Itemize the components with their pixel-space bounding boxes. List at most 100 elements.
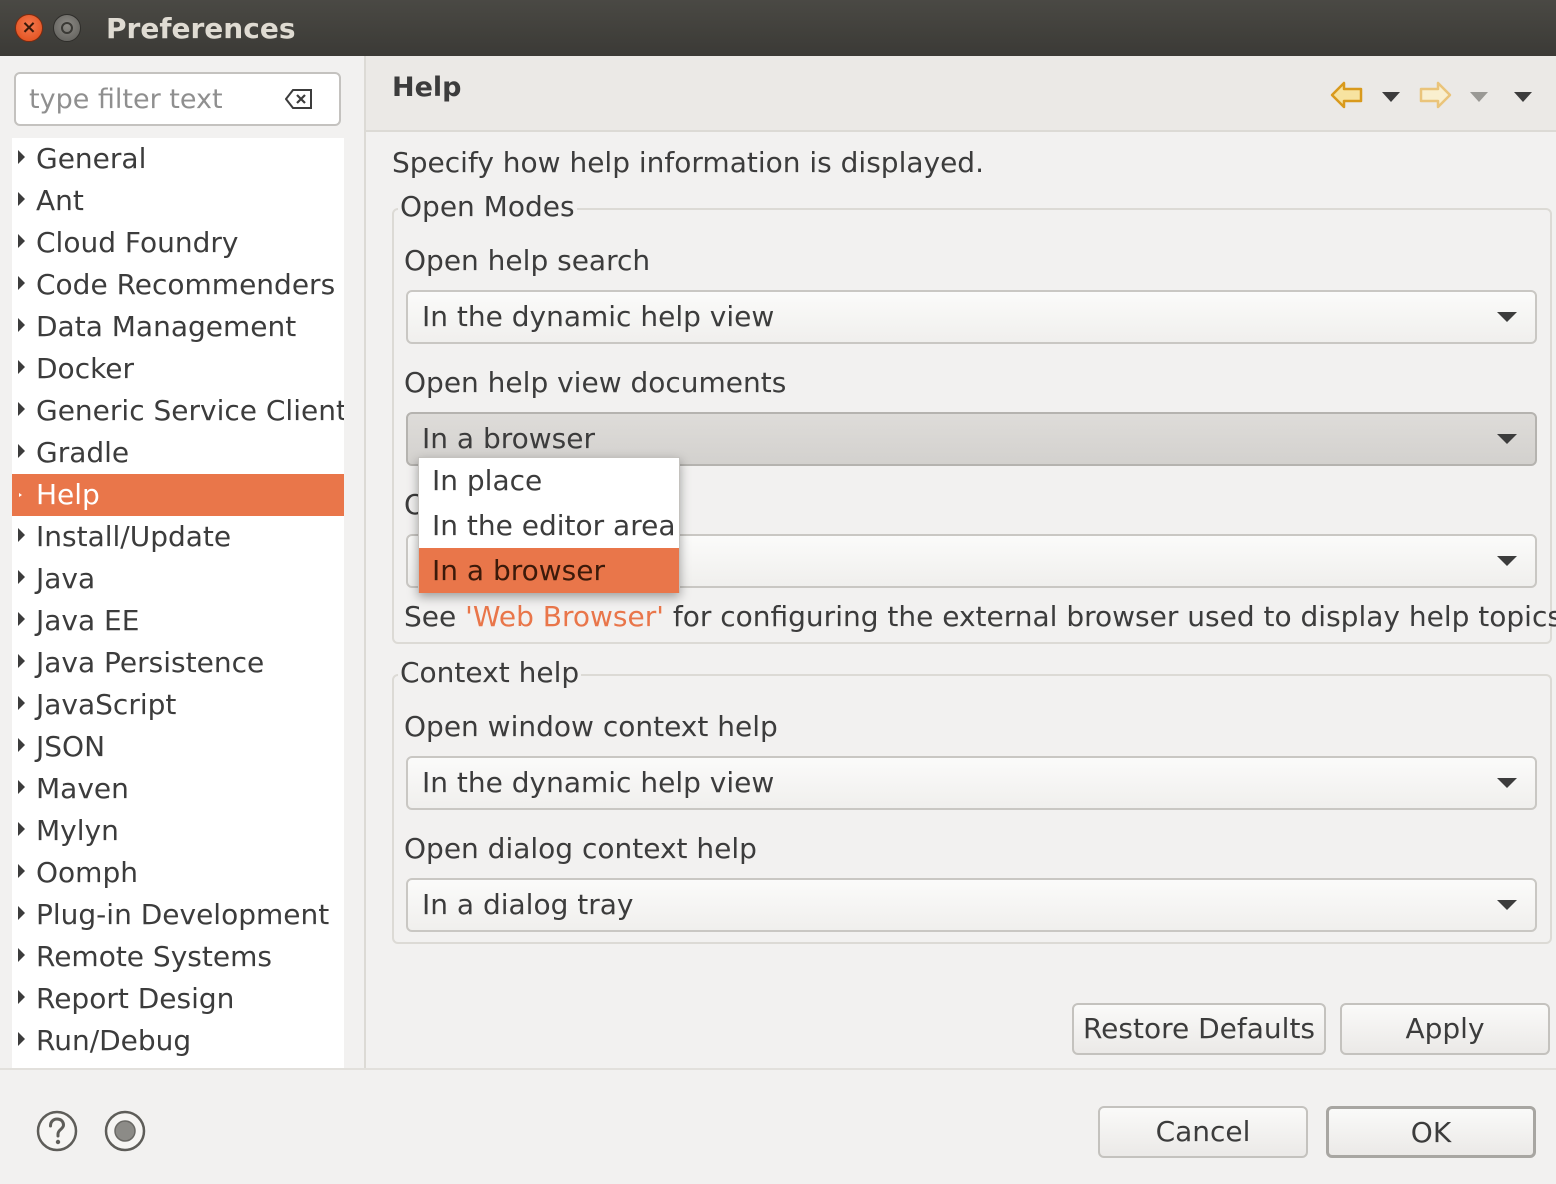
tree-item-gradle[interactable]: Gradle (12, 432, 344, 474)
tree-item-label: Help (36, 478, 100, 511)
expand-arrow-icon[interactable] (18, 696, 25, 710)
tree-item-label: Mylyn (36, 814, 119, 847)
open-modes-title: Open Modes (398, 190, 577, 224)
expand-arrow-icon[interactable] (18, 948, 25, 962)
see-suffix: for configuring the external browser use… (663, 600, 1556, 633)
tree-item-label: Remote Systems (36, 940, 272, 973)
tree-item-generic-service-client[interactable]: Generic Service Client (12, 390, 344, 432)
expand-arrow-icon[interactable] (18, 402, 25, 416)
expand-arrow-icon[interactable] (18, 234, 25, 248)
chevron-down-icon (1497, 900, 1517, 910)
apply-button[interactable]: Apply (1340, 1003, 1550, 1055)
expand-arrow-icon[interactable] (18, 990, 25, 1004)
dropdown-popup[interactable]: In place In the editor area In a browser (418, 457, 680, 593)
window-context-help-value: In the dynamic help view (422, 766, 775, 799)
tree-item-label: Java (36, 562, 96, 595)
web-browser-link[interactable]: 'Web Browser' (465, 600, 664, 633)
tree-item-install-update[interactable]: Install/Update (12, 516, 344, 558)
tree-item-label: Install/Update (36, 520, 232, 553)
tree-item-label: Ant (36, 184, 84, 217)
tree-item-label: JSON (36, 730, 106, 763)
expand-arrow-icon[interactable] (18, 192, 25, 206)
expand-arrow-icon[interactable] (18, 864, 25, 878)
tree-item-java-ee[interactable]: Java EE (12, 600, 344, 642)
tree-item-mylyn[interactable]: Mylyn (12, 810, 344, 852)
view-menu-icon[interactable] (1514, 92, 1532, 102)
tree-item-label: Java EE (36, 604, 140, 637)
tree-item-docker[interactable]: Docker (12, 348, 344, 390)
help-view-docs-label: Open help view documents (404, 366, 787, 399)
minimize-button[interactable] (53, 14, 81, 42)
expand-arrow-icon[interactable] (18, 318, 25, 332)
expand-arrow-icon[interactable] (18, 276, 25, 290)
close-button[interactable]: × (15, 14, 43, 42)
chevron-down-icon (1497, 556, 1517, 566)
restore-defaults-button[interactable]: Restore Defaults (1072, 1003, 1326, 1055)
help-search-combo[interactable]: In the dynamic help view (406, 290, 1537, 344)
tree-item-java[interactable]: Java (12, 558, 344, 600)
back-history-dropdown-icon[interactable] (1382, 92, 1400, 102)
dialog-context-help-value: In a dialog tray (422, 888, 634, 921)
tree-item-label: JavaScript (36, 688, 177, 721)
back-arrow-icon[interactable] (1330, 80, 1364, 110)
tree-item-label: Maven (36, 772, 129, 805)
tree-item-data-management[interactable]: Data Management (12, 306, 344, 348)
tree-item-run-debug[interactable]: Run/Debug (12, 1020, 344, 1062)
expand-arrow-icon[interactable] (18, 822, 25, 836)
record-icon[interactable] (104, 1110, 146, 1152)
help-icon[interactable] (36, 1110, 78, 1152)
tree-item-plug-in-development[interactable]: Plug-in Development (12, 894, 344, 936)
forward-arrow-icon[interactable] (1418, 80, 1452, 110)
chevron-down-icon (1497, 778, 1517, 788)
tree-item-json[interactable]: JSON (12, 726, 344, 768)
ok-button[interactable]: OK (1326, 1106, 1536, 1158)
expand-arrow-icon[interactable] (18, 780, 25, 794)
tree-item-java-persistence[interactable]: Java Persistence (12, 642, 344, 684)
expand-arrow-icon[interactable] (18, 654, 25, 668)
dropdown-option[interactable]: In a browser (419, 548, 679, 593)
filter-placeholder: type filter text (29, 84, 223, 115)
tree-item-report-design[interactable]: Report Design (12, 978, 344, 1020)
title-bar: × Preferences (0, 0, 1556, 56)
expand-arrow-icon[interactable] (18, 612, 25, 626)
web-browser-note: See 'Web Browser' for configuring the ex… (404, 600, 1556, 633)
expand-arrow-icon[interactable] (18, 1032, 25, 1046)
chevron-down-icon (1497, 312, 1517, 322)
tree-item-label: Data Management (36, 310, 297, 343)
tree-item-label: Cloud Foundry (36, 226, 239, 259)
filter-input[interactable]: type filter text (14, 72, 341, 126)
tree-item-remote-systems[interactable]: Remote Systems (12, 936, 344, 978)
tree-item-javascript[interactable]: JavaScript (12, 684, 344, 726)
cancel-button[interactable]: Cancel (1098, 1106, 1308, 1158)
tree-item-general[interactable]: General (12, 138, 344, 180)
tree-item-maven[interactable]: Maven (12, 768, 344, 810)
expand-arrow-icon[interactable] (19, 493, 22, 497)
minimize-icon (61, 22, 73, 34)
help-search-label: Open help search (404, 244, 651, 277)
preferences-tree[interactable]: General Ant Cloud Foundry Code Recommenders… (12, 138, 344, 1068)
tree-item-label: Generic Service Client (36, 394, 344, 427)
close-icon: × (21, 17, 37, 38)
expand-arrow-icon[interactable] (18, 570, 25, 584)
tree-item-ant[interactable]: Ant (12, 180, 344, 222)
tree-item-help[interactable]: Help (12, 474, 344, 516)
tree-item-oomph[interactable]: Oomph (12, 852, 344, 894)
expand-arrow-icon[interactable] (18, 906, 25, 920)
expand-arrow-icon[interactable] (18, 738, 25, 752)
expand-arrow-icon[interactable] (18, 360, 25, 374)
see-prefix: See (404, 600, 466, 633)
window-context-help-combo[interactable]: In the dynamic help view (406, 756, 1537, 810)
clear-filter-icon[interactable] (285, 88, 313, 110)
help-search-value: In the dynamic help view (422, 300, 775, 333)
expand-arrow-icon[interactable] (18, 444, 25, 458)
dialog-button-bar: Cancel OK (0, 1068, 1556, 1184)
tree-item-label: Docker (36, 352, 135, 385)
dropdown-option[interactable]: In place (419, 458, 679, 503)
expand-arrow-icon[interactable] (18, 150, 25, 164)
tree-item-cloud-foundry[interactable]: Cloud Foundry (12, 222, 344, 264)
dropdown-option[interactable]: In the editor area (419, 503, 679, 548)
tree-item-code-recommenders[interactable]: Code Recommenders (12, 264, 344, 306)
expand-arrow-icon[interactable] (18, 528, 25, 542)
window-context-help-label: Open window context help (404, 710, 778, 743)
dialog-context-help-combo[interactable]: In a dialog tray (406, 878, 1537, 932)
